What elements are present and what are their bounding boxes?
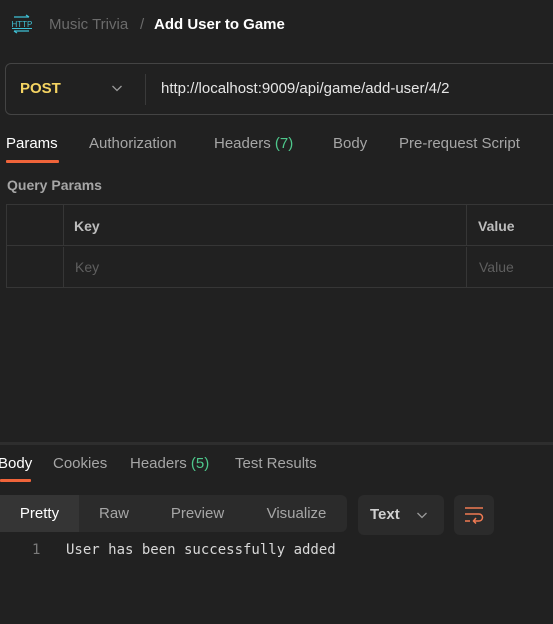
tab-headers[interactable]: Headers (7)	[214, 135, 293, 152]
param-key-input[interactable]	[75, 259, 455, 275]
method-label[interactable]: POST	[20, 80, 61, 97]
view-visualize-button[interactable]: Visualize	[246, 495, 347, 532]
wrap-lines-button[interactable]	[454, 495, 494, 535]
tab-response-headers[interactable]: Headers (5)	[130, 455, 209, 472]
format-select[interactable]: Text	[358, 495, 444, 535]
view-mode-selector: Pretty Raw Preview Visualize	[0, 495, 347, 532]
request-tabs: Params Authorization Headers (7) Body Pr…	[0, 130, 553, 164]
tab-label: Authorization	[89, 135, 177, 152]
url-bar: POST	[5, 63, 553, 115]
tab-label: Headers	[214, 135, 271, 152]
url-divider	[145, 74, 146, 105]
chevron-down-icon[interactable]	[110, 81, 124, 95]
headers-count: (7)	[274, 135, 294, 152]
breadcrumb-collection[interactable]: Music Trivia	[49, 16, 128, 33]
tab-authorization[interactable]: Authorization	[89, 135, 177, 152]
pane-resize-handle[interactable]	[0, 442, 553, 445]
column-header-value: Value	[478, 218, 515, 234]
query-params-title: Query Params	[7, 177, 102, 193]
tab-test-results[interactable]: Test Results	[235, 455, 317, 472]
active-tab-indicator	[0, 479, 31, 482]
tab-label: Body	[0, 455, 33, 472]
view-preview-button[interactable]: Preview	[149, 495, 246, 532]
request-title[interactable]: Add User to Game	[154, 16, 285, 33]
tab-pre-request-script[interactable]: Pre-request Script	[399, 135, 520, 152]
table-row	[7, 247, 553, 288]
view-pretty-button[interactable]: Pretty	[0, 495, 79, 532]
tab-label: Body	[333, 135, 368, 152]
breadcrumb-separator: /	[140, 16, 145, 33]
url-input[interactable]	[161, 80, 551, 97]
view-raw-button[interactable]: Raw	[79, 495, 149, 532]
column-divider	[63, 247, 64, 288]
response-line: 1 User has been successfully added	[0, 540, 553, 562]
request-header: HTTP Music Trivia / Add User to Game	[0, 0, 553, 50]
query-params-table: Key Value	[6, 204, 553, 288]
column-divider	[63, 205, 64, 245]
tab-body[interactable]: Body	[333, 135, 367, 152]
chevron-down-icon	[417, 512, 427, 519]
line-number: 1	[32, 542, 41, 558]
wrap-lines-icon	[465, 507, 484, 524]
http-request-icon: HTTP	[12, 14, 33, 34]
format-label: Text	[370, 506, 400, 523]
tab-params[interactable]: Params	[6, 135, 58, 152]
tab-label: Test Results	[235, 455, 317, 472]
tab-label: Params	[6, 135, 58, 152]
tab-label: Cookies	[53, 455, 108, 472]
tab-label: Pre-request Script	[399, 135, 520, 152]
column-divider	[466, 205, 467, 245]
headers-count: (5)	[190, 455, 210, 472]
tab-response-body[interactable]: Body	[0, 455, 32, 472]
response-tabs: Body Cookies Headers (5) Test Results	[0, 450, 553, 482]
active-tab-indicator	[6, 160, 59, 163]
tab-label: Headers	[130, 455, 187, 472]
column-header-key: Key	[74, 218, 100, 234]
column-divider	[466, 247, 467, 288]
param-value-input[interactable]	[479, 259, 553, 275]
table-header-row: Key Value	[7, 205, 553, 246]
line-content: User has been successfully added	[66, 542, 336, 558]
tab-cookies[interactable]: Cookies	[53, 455, 107, 472]
svg-text:HTTP: HTTP	[12, 20, 33, 29]
